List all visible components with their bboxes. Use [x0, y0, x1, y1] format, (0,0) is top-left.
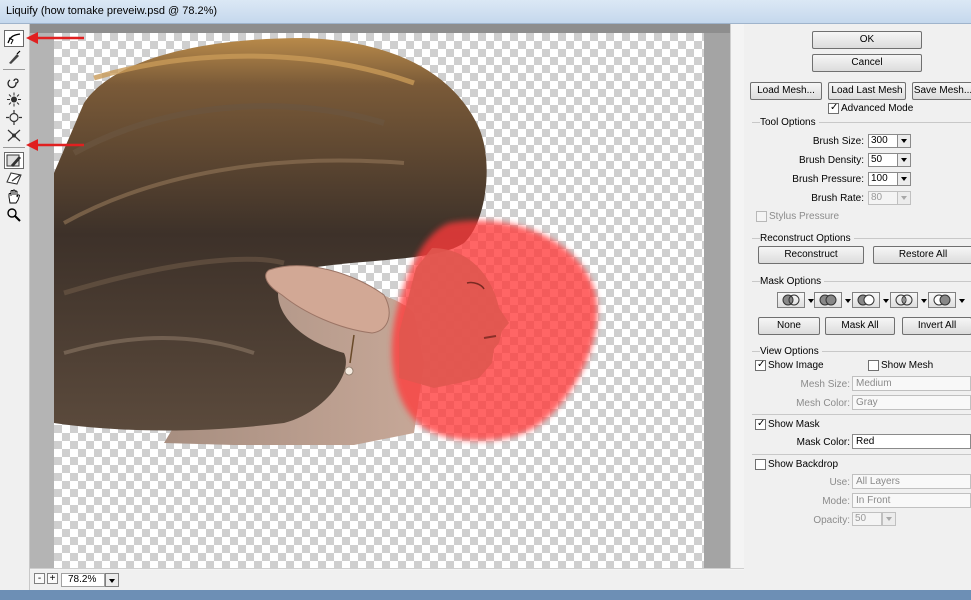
reconstruct-button[interactable]: Reconstruct	[758, 246, 864, 264]
thaw-mask-tool-icon[interactable]	[4, 170, 24, 187]
stylus-pressure-label: Stylus Pressure	[769, 211, 840, 222]
intersect-selection-dropdown[interactable]	[921, 299, 927, 303]
bloat-tool-icon[interactable]	[4, 109, 24, 126]
mask-color-label: Mask Color:	[796, 437, 850, 448]
load-mesh-button[interactable]: Load Mesh...	[750, 82, 822, 100]
mask-none-button[interactable]: None	[758, 317, 820, 335]
restore-all-button[interactable]: Restore All	[873, 246, 971, 264]
mesh-size-label: Mesh Size:	[800, 379, 850, 390]
show-mask-label: Show Mask	[768, 419, 820, 430]
cancel-button[interactable]: Cancel	[812, 54, 922, 72]
backdrop-use-label: Use:	[829, 477, 850, 488]
show-mesh-label: Show Mesh	[881, 360, 934, 371]
invert-selection-dropdown[interactable]	[959, 299, 965, 303]
brush-density-dropdown[interactable]	[897, 153, 911, 167]
canvas-margin-right	[704, 33, 730, 568]
add-to-selection-dropdown[interactable]	[845, 299, 851, 303]
backdrop-mode-label: Mode:	[822, 496, 850, 507]
hand-tool-icon[interactable]	[4, 188, 24, 205]
mask-color-select[interactable]: Red	[852, 434, 971, 449]
show-backdrop-checkbox[interactable]	[755, 459, 766, 470]
advanced-mode-checkbox[interactable]	[828, 102, 839, 114]
zoom-dropdown-button[interactable]	[105, 573, 119, 587]
toolbar-divider	[3, 69, 25, 70]
show-backdrop-label: Show Backdrop	[768, 459, 839, 470]
subtract-from-selection-icon[interactable]	[852, 292, 880, 308]
invert-all-button[interactable]: Invert All	[902, 317, 971, 335]
brush-density-field[interactable]: 50	[868, 153, 898, 167]
mesh-size-select: Medium	[852, 376, 971, 391]
brush-rate-dropdown	[897, 191, 911, 205]
subtract-from-selection-dropdown[interactable]	[883, 299, 889, 303]
save-mesh-button[interactable]: Save Mesh...	[912, 82, 971, 100]
brush-rate-field: 80	[868, 191, 898, 205]
reconstruct-options-title: Reconstruct Options	[760, 233, 854, 244]
show-image-checkbox[interactable]	[755, 359, 766, 371]
brush-size-field[interactable]: 300	[868, 134, 898, 148]
show-mask-divider	[752, 414, 971, 415]
push-left-tool-icon[interactable]	[4, 127, 24, 144]
toolbar-divider	[3, 147, 25, 148]
backdrop-opacity-field: 50	[852, 512, 882, 526]
show-mesh-checkbox[interactable]	[868, 360, 879, 371]
mask-options-title: Mask Options	[760, 276, 825, 287]
preview-image	[54, 38, 598, 445]
load-last-mesh-button[interactable]: Load Last Mesh	[828, 82, 906, 100]
brush-pressure-label: Brush Pressure:	[792, 174, 864, 185]
add-to-selection-icon[interactable]	[814, 292, 842, 308]
tool-options-title: Tool Options	[760, 117, 819, 128]
intersect-selection-icon[interactable]	[890, 292, 918, 308]
brush-size-dropdown[interactable]	[897, 134, 911, 148]
show-backdrop-divider	[752, 454, 971, 455]
mesh-color-label: Mesh Color:	[796, 398, 850, 409]
stylus-pressure-checkbox	[756, 211, 767, 222]
brush-size-label: Brush Size:	[812, 136, 864, 147]
window-title: Liquify (how tomake preveiw.psd @ 78.2%)	[6, 5, 218, 17]
twirl-clockwise-tool-icon[interactable]	[4, 73, 24, 90]
brush-rate-label: Brush Rate:	[811, 193, 864, 204]
mesh-color-select: Gray	[852, 395, 971, 410]
freeze-mask-tool-icon[interactable]	[4, 152, 24, 169]
invert-selection-icon[interactable]	[928, 292, 956, 308]
backdrop-use-select: All Layers	[852, 474, 971, 489]
forward-warp-tool-icon[interactable]	[4, 30, 24, 47]
title-bar: Liquify (how tomake preveiw.psd @ 78.2%)	[0, 0, 971, 24]
window-bottom-edge	[0, 590, 971, 600]
backdrop-mode-select: In Front	[852, 493, 971, 508]
annotation-arrows	[26, 32, 84, 151]
zoom-tool-icon[interactable]	[4, 206, 24, 223]
brush-pressure-dropdown[interactable]	[897, 172, 911, 186]
zoom-level-field[interactable]: 78.2%	[61, 573, 105, 587]
view-options-title: View Options	[760, 346, 822, 357]
mask-all-button[interactable]: Mask All	[825, 317, 895, 335]
zoom-bar: - + 78.2%	[30, 570, 744, 590]
reconstruct-tool-icon[interactable]	[4, 49, 24, 66]
vertical-scrollbar[interactable]	[730, 24, 744, 570]
brush-pressure-field[interactable]: 100	[868, 172, 898, 186]
brush-density-label: Brush Density:	[798, 155, 864, 166]
backdrop-opacity-label: Opacity:	[813, 515, 850, 526]
zoom-in-button[interactable]: +	[47, 573, 58, 584]
replace-selection-icon[interactable]	[777, 292, 805, 308]
zoom-out-button[interactable]: -	[34, 573, 45, 584]
backdrop-opacity-dropdown	[882, 512, 896, 526]
show-image-label: Show Image	[768, 360, 824, 371]
show-mask-checkbox[interactable]	[755, 418, 766, 430]
pucker-tool-icon[interactable]	[4, 91, 24, 108]
options-panel: OK Cancel Load Mesh... Load Last Mesh Sa…	[744, 24, 971, 590]
ok-button[interactable]: OK	[812, 31, 922, 49]
advanced-mode-label: Advanced Mode	[841, 103, 914, 114]
